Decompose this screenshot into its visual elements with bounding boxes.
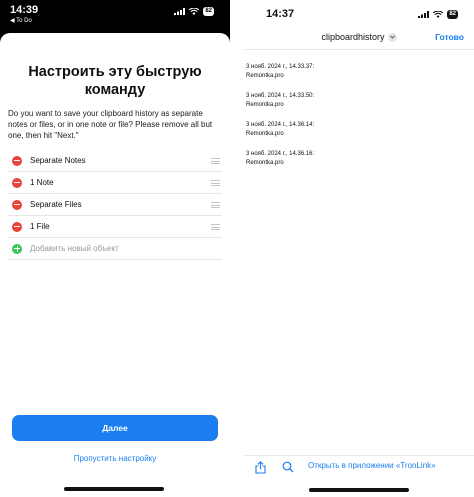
divider xyxy=(244,49,474,50)
home-indicator xyxy=(64,487,164,491)
status-icons: 82 xyxy=(418,10,458,19)
entry-timestamp: 3 нояб. 2024 г., 14.36.16: xyxy=(246,151,315,157)
remove-icon[interactable] xyxy=(12,177,22,188)
entry-text: Remontka.pro xyxy=(246,73,284,79)
option-label: Separate Notes xyxy=(30,156,86,165)
right-phone-screen: 14:37 82 clipboardhistory Готово 3 нояб.… xyxy=(244,0,474,497)
search-icon[interactable] xyxy=(282,461,294,473)
list-item: Separate Files xyxy=(8,194,222,216)
drag-handle-icon[interactable] xyxy=(211,158,220,164)
remove-icon[interactable] xyxy=(12,221,22,232)
remove-icon[interactable] xyxy=(12,155,22,166)
add-item-label[interactable]: Добавить новый объект xyxy=(30,244,119,253)
entry-text: Remontka.pro xyxy=(246,160,284,166)
drag-handle-icon[interactable] xyxy=(211,202,220,208)
option-label: Separate Files xyxy=(30,200,82,209)
list-item: 3 нояб. 2024 г., 14.36.14: Remontka.pro xyxy=(246,121,456,139)
left-phone-screen: 14:39 ◀ To Do 82 Настроить эту быструю к… xyxy=(0,0,230,497)
signal-icon xyxy=(174,8,186,15)
home-indicator xyxy=(309,488,409,492)
drag-handle-icon[interactable] xyxy=(211,224,220,230)
document-title: clipboardhistory xyxy=(321,32,385,42)
battery-icon: 82 xyxy=(203,7,214,16)
list-item: 1 Note xyxy=(8,172,222,194)
next-button[interactable]: Далее xyxy=(12,415,218,441)
skip-setup-link[interactable]: Пропустить настройку xyxy=(0,454,230,463)
status-time: 14:39 xyxy=(10,4,39,16)
add-item-row[interactable]: Добавить новый объект xyxy=(8,238,222,260)
back-to-app-link[interactable]: ◀ To Do xyxy=(10,17,32,24)
sheet-description: Do you want to save your clipboard histo… xyxy=(8,109,213,140)
bottom-toolbar: Открыть в приложении «TronLink» xyxy=(244,455,474,477)
document-preview: 14:37 82 clipboardhistory Готово 3 нояб.… xyxy=(244,0,474,497)
sheet-title: Настроить эту быструю команду xyxy=(28,64,202,98)
option-label: 1 Note xyxy=(30,178,54,187)
status-bar: 14:39 ◀ To Do 82 xyxy=(0,0,230,30)
list-item: 3 нояб. 2024 г., 14.33.37: Remontka.pro xyxy=(246,63,456,81)
list-item: 1 File xyxy=(8,216,222,238)
remove-icon[interactable] xyxy=(12,199,22,210)
signal-icon xyxy=(418,11,430,18)
done-button[interactable]: Готово xyxy=(435,32,464,42)
battery-icon: 82 xyxy=(447,10,458,19)
wifi-icon xyxy=(189,8,200,15)
status-time: 14:37 xyxy=(266,8,295,20)
entry-timestamp: 3 нояб. 2024 г., 14.36.14: xyxy=(246,122,315,128)
status-bar: 14:37 82 xyxy=(244,0,474,24)
option-label: 1 File xyxy=(30,222,50,231)
chevron-down-icon xyxy=(387,32,397,42)
entry-text: Remontka.pro xyxy=(246,102,284,108)
open-in-app-button[interactable]: Открыть в приложении «TronLink» xyxy=(308,461,436,470)
drag-handle-icon[interactable] xyxy=(211,180,220,186)
wifi-icon xyxy=(433,11,444,18)
list-item: 3 нояб. 2024 г., 14.33.50: Remontka.pro xyxy=(246,92,456,110)
clipboard-entries: 3 нояб. 2024 г., 14.33.37: Remontka.pro … xyxy=(246,63,456,179)
list-item: 3 нояб. 2024 г., 14.36.16: Remontka.pro xyxy=(246,150,456,168)
entry-text: Remontka.pro xyxy=(246,131,284,137)
entry-timestamp: 3 нояб. 2024 г., 14.33.37: xyxy=(246,64,315,70)
options-list: Separate Notes 1 Note Separate Files 1 F… xyxy=(8,150,222,260)
list-item: Separate Notes xyxy=(8,150,222,172)
entry-timestamp: 3 нояб. 2024 г., 14.33.50: xyxy=(246,93,315,99)
add-icon[interactable] xyxy=(12,243,22,254)
setup-sheet: Настроить эту быструю команду Do you wan… xyxy=(0,33,230,497)
share-icon[interactable] xyxy=(255,461,266,474)
status-icons: 82 xyxy=(174,7,214,16)
